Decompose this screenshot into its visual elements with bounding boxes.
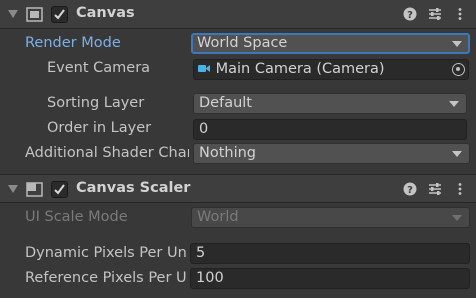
camera-icon [198, 65, 210, 72]
order-in-layer-input[interactable]: 0 [193, 119, 467, 140]
event-camera-field[interactable]: Main Camera (Camera) [193, 59, 469, 80]
ui-scale-mode-label: UI Scale Mode [25, 209, 128, 225]
reference-pixels-per-unit-input[interactable]: 100 [190, 268, 470, 289]
canvas-scaler-component-header[interactable]: Canvas Scaler ? [0, 174, 476, 203]
foldout-arrow-icon[interactable] [8, 10, 18, 18]
sorting-layer-label: Sorting Layer [47, 95, 145, 111]
checkmark-icon [54, 184, 65, 195]
chevron-down-icon [452, 215, 462, 221]
order-in-layer-label: Order in Layer [47, 120, 152, 136]
dynamic-pixels-per-unit-label: Dynamic Pixels Per Un [25, 245, 187, 261]
canvas-scaler-component-icon [26, 182, 43, 197]
presets-icon[interactable] [428, 182, 442, 196]
svg-text:?: ? [407, 185, 413, 196]
svg-text:?: ? [407, 10, 413, 21]
help-icon[interactable]: ? [403, 7, 417, 21]
chevron-down-icon [452, 41, 462, 47]
canvas-title: Canvas [76, 5, 135, 21]
canvas-component-header[interactable]: Canvas ? [0, 0, 476, 29]
render-mode-dropdown[interactable]: World Space [191, 33, 470, 54]
checkmark-icon [54, 9, 65, 20]
object-picker-icon[interactable] [452, 63, 465, 76]
render-mode-value: World Space [197, 35, 288, 51]
canvas-scaler-title: Canvas Scaler [76, 180, 191, 196]
additional-shader-channels-label: Additional Shader Char [25, 145, 189, 161]
presets-icon[interactable] [428, 7, 442, 21]
reference-pixels-per-unit-label: Reference Pixels Per U [25, 270, 187, 286]
ui-scale-mode-dropdown: World [191, 207, 470, 228]
event-camera-label: Event Camera [47, 60, 151, 76]
sorting-layer-dropdown[interactable]: Default [193, 93, 467, 114]
event-camera-value: Main Camera (Camera) [215, 61, 385, 77]
additional-shader-channels-value: Nothing [199, 145, 257, 161]
ui-scale-mode-value: World [197, 209, 239, 225]
dynamic-pixels-per-unit-input[interactable]: 5 [190, 243, 470, 264]
canvas-component-icon [26, 7, 43, 22]
chevron-down-icon [452, 151, 462, 157]
chevron-down-icon [449, 101, 459, 107]
sorting-layer-value: Default [199, 95, 252, 111]
kebab-menu-icon[interactable] [453, 182, 467, 196]
additional-shader-channels-dropdown[interactable]: Nothing [193, 143, 470, 164]
render-mode-label: Render Mode [25, 35, 121, 51]
kebab-menu-icon[interactable] [453, 7, 467, 21]
canvas-enabled-checkbox[interactable] [51, 6, 68, 23]
help-icon[interactable]: ? [403, 182, 417, 196]
canvas-scaler-enabled-checkbox[interactable] [51, 181, 68, 198]
foldout-arrow-icon[interactable] [8, 185, 18, 193]
